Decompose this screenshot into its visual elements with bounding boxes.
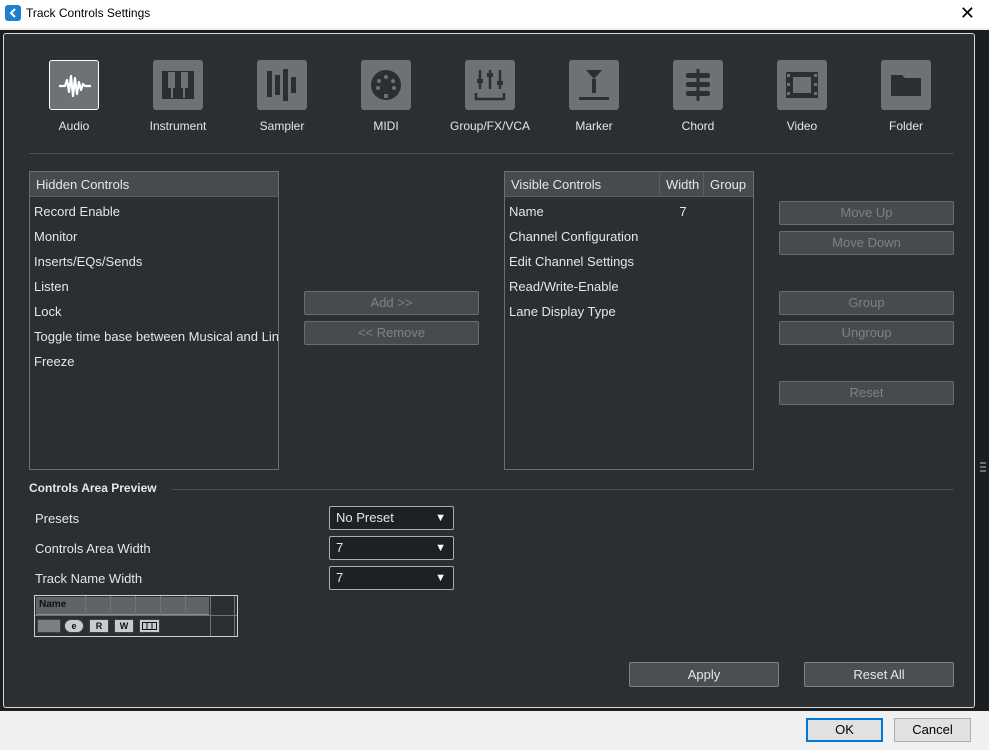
- tab-folder[interactable]: Folder: [860, 60, 952, 133]
- tab-marker[interactable]: Marker: [548, 60, 640, 133]
- tab-group-fx-vca[interactable]: Group/FX/VCA: [444, 60, 536, 133]
- hidden-controls-header: Hidden Controls: [36, 177, 130, 192]
- tab-sampler[interactable]: Sampler: [236, 60, 328, 133]
- faders-icon: [465, 60, 515, 110]
- track-name-width-value: 7: [336, 570, 344, 585]
- settings-panel: Audio Instrument Sampler MIDI Group/FX/V…: [3, 33, 975, 708]
- tab-label: Marker: [575, 119, 613, 133]
- chord-icon: [673, 60, 723, 110]
- piano-keys-icon: [153, 60, 203, 110]
- background-strip: [978, 30, 989, 711]
- midi-connector-icon: [361, 60, 411, 110]
- reset-button[interactable]: Reset: [779, 381, 954, 405]
- tab-label: Sampler: [259, 119, 305, 133]
- controls-preview: Name e R W: [34, 595, 238, 637]
- list-item[interactable]: Inserts/EQs/Sends: [30, 249, 278, 274]
- list-item[interactable]: Record Enable: [30, 199, 278, 224]
- ungroup-button[interactable]: Ungroup: [779, 321, 954, 345]
- table-row[interactable]: Read/Write-Enable: [505, 274, 753, 299]
- audio-waveform-icon: [49, 60, 99, 110]
- table-row[interactable]: Name 7: [505, 199, 753, 224]
- close-icon[interactable]: ✕: [960, 3, 975, 23]
- controls-area-width-select[interactable]: 7 ▼: [329, 536, 454, 560]
- tab-label: Audio: [58, 119, 90, 133]
- apply-button[interactable]: Apply: [629, 662, 779, 687]
- table-row[interactable]: Channel Configuration: [505, 224, 753, 249]
- cubase-app-icon: [5, 5, 21, 21]
- marker-icon: [569, 60, 619, 110]
- reset-all-button[interactable]: Reset All: [804, 662, 954, 687]
- dropdown-arrow-icon: ▼: [435, 572, 446, 584]
- visible-controls-header[interactable]: Visible Controls: [505, 172, 660, 196]
- presets-label: Presets: [35, 511, 80, 526]
- read-enable-icon: R: [89, 619, 109, 633]
- tab-label: Chord: [681, 119, 715, 133]
- tab-midi[interactable]: MIDI: [340, 60, 432, 133]
- width-column-header[interactable]: Width: [660, 172, 704, 196]
- move-down-button[interactable]: Move Down: [779, 231, 954, 255]
- tab-label: Group/FX/VCA: [449, 119, 531, 133]
- tab-audio[interactable]: Audio: [28, 60, 120, 133]
- track-name: Name: [39, 599, 67, 610]
- tab-label: Folder: [888, 119, 923, 133]
- divider: [172, 489, 954, 490]
- move-up-button[interactable]: Move Up: [779, 201, 954, 225]
- tab-chord[interactable]: Chord: [652, 60, 744, 133]
- hidden-controls-list[interactable]: Hidden Controls Record Enable Monitor In…: [29, 171, 279, 470]
- dropdown-arrow-icon: ▼: [435, 542, 446, 554]
- list-item[interactable]: Toggle time base between Musical and Lin…: [30, 324, 278, 349]
- presets-select[interactable]: No Preset ▼: [329, 506, 454, 530]
- group-button[interactable]: Group: [779, 291, 954, 315]
- dropdown-arrow-icon: ▼: [435, 512, 446, 524]
- table-row[interactable]: Lane Display Type: [505, 299, 753, 324]
- group-column-header[interactable]: Group: [704, 172, 753, 196]
- divider: [29, 153, 954, 154]
- folder-icon: [881, 60, 931, 110]
- tab-label: Video: [786, 119, 818, 133]
- title-bar: Track Controls Settings ✕: [0, 0, 989, 28]
- edit-channel-icon: e: [64, 619, 84, 633]
- cancel-button[interactable]: Cancel: [894, 718, 971, 742]
- ok-button[interactable]: OK: [806, 718, 883, 742]
- tab-label: Instrument: [149, 119, 207, 133]
- visible-controls-list[interactable]: Visible Controls Width Group Name 7 Chann…: [504, 171, 754, 470]
- film-icon: [777, 60, 827, 110]
- lane-display-icon: [139, 619, 160, 633]
- controls-area-width-value: 7: [336, 540, 344, 555]
- remove-button[interactable]: << Remove: [304, 321, 479, 345]
- sampler-bars-icon: [257, 60, 307, 110]
- controls-area-width-label: Controls Area Width: [35, 541, 151, 556]
- write-enable-icon: W: [114, 619, 134, 633]
- add-button[interactable]: Add >>: [304, 291, 479, 315]
- tab-label: MIDI: [373, 119, 399, 133]
- list-item[interactable]: Monitor: [30, 224, 278, 249]
- table-row[interactable]: Edit Channel Settings: [505, 249, 753, 274]
- presets-value: No Preset: [336, 510, 394, 525]
- window-title: Track Controls Settings: [26, 6, 151, 20]
- tab-instrument[interactable]: Instrument: [132, 60, 224, 133]
- track-name-width-select[interactable]: 7 ▼: [329, 566, 454, 590]
- list-item[interactable]: Listen: [30, 274, 278, 299]
- track-name-width-label: Track Name Width: [35, 571, 143, 586]
- list-item[interactable]: Freeze: [30, 349, 278, 374]
- section-title: Controls Area Preview: [29, 481, 157, 495]
- record-enable-icon: [37, 619, 61, 633]
- list-item[interactable]: Lock: [30, 299, 278, 324]
- tab-video[interactable]: Video: [756, 60, 848, 133]
